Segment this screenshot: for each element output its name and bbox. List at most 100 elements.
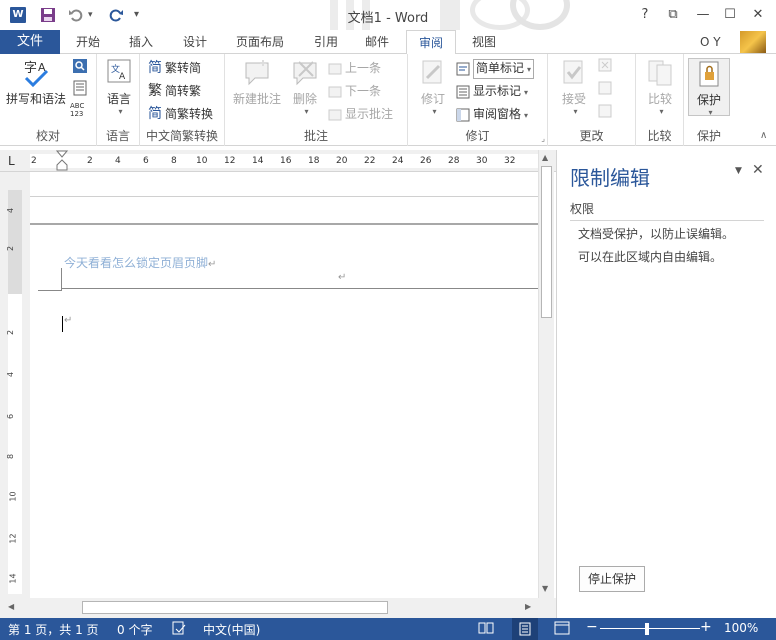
word-count-icon[interactable]: ABC 123: [70, 102, 90, 122]
indent-marker-icon[interactable]: [56, 150, 68, 172]
previous-change-icon[interactable]: [598, 81, 612, 101]
thesaurus-icon[interactable]: [72, 80, 88, 100]
simplified-to-traditional-button[interactable]: 繁简转繁: [148, 81, 201, 101]
svg-text:字: 字: [24, 61, 37, 76]
scroll-up-icon[interactable]: ▲: [542, 153, 548, 162]
header-text[interactable]: 今天看看怎么锁定页眉页脚↵: [64, 254, 216, 271]
accept-button[interactable]: 接受 ▾: [554, 58, 594, 116]
ruler-tick: 10: [8, 491, 18, 502]
word-count[interactable]: 0 个字: [117, 621, 152, 638]
reviewing-pane-button[interactable]: 审阅窗格 ▾: [456, 104, 528, 124]
help-button[interactable]: ?: [633, 5, 657, 25]
ruler-tick: 16: [280, 156, 292, 166]
user-name[interactable]: O Y: [700, 32, 721, 52]
ruler-tick: 14: [8, 573, 18, 584]
tab-references[interactable]: 引用: [306, 30, 346, 54]
ruler-tick: 20: [336, 156, 348, 166]
language-status[interactable]: 中文(中国): [203, 621, 260, 638]
tab-review[interactable]: 审阅: [406, 30, 456, 55]
proofing-status-icon[interactable]: [172, 621, 186, 638]
tab-insert[interactable]: 插入: [121, 30, 161, 54]
ruler-tick: 6: [6, 413, 16, 420]
display-for-review-select[interactable]: 简单标记 ▾: [456, 58, 535, 79]
scroll-right-icon[interactable]: ▶: [525, 602, 531, 611]
ruler-tick: 22: [364, 156, 376, 166]
read-mode-icon[interactable]: [478, 621, 494, 638]
markup-icon: [456, 62, 470, 75]
maximize-button[interactable]: ☐: [718, 5, 742, 25]
zoom-in-icon[interactable]: +: [700, 619, 712, 635]
language-label: 语言: [106, 92, 131, 106]
zoom-out-icon[interactable]: −: [586, 619, 598, 635]
chinese-conversion-icon: 简: [148, 106, 162, 122]
traditional-to-simplified-button[interactable]: 简繁转简: [148, 58, 201, 78]
chinese-conversion-button[interactable]: 简简繁转换: [148, 104, 213, 124]
protect-button[interactable]: 保护 ▾: [688, 58, 730, 117]
group-language: 文 A 语言 ▾ 语言: [97, 54, 140, 146]
horizontal-ruler[interactable]: L 2 2 4 6 8 10 12 14 16 18 20 22 24 26 2…: [0, 150, 556, 172]
group-label-compare: 比较: [647, 129, 672, 143]
vertical-scroll-thumb[interactable]: [541, 166, 552, 318]
reject-icon[interactable]: [598, 58, 612, 78]
tab-layout[interactable]: 页面布局: [230, 30, 290, 54]
delete-comment-button[interactable]: 删除 ▾: [287, 58, 323, 116]
new-comment-button[interactable]: 新建批注: [229, 58, 285, 107]
group-comments: 新建批注 删除 ▾ 上一条 下一条 显示批注 批注: [225, 54, 408, 146]
zoom-slider-thumb[interactable]: [645, 623, 649, 635]
ribbon-display-options-button[interactable]: ⧉: [661, 5, 685, 25]
previous-comment-icon: [328, 63, 342, 74]
spelling-grammar-button[interactable]: 字 A 拼写和语法: [4, 58, 68, 107]
group-compare: 比较 ▾ 比较: [636, 54, 684, 146]
track-changes-button[interactable]: 修订 ▾: [414, 58, 452, 116]
scroll-down-icon[interactable]: ▼: [542, 584, 548, 593]
header-bottom-border: [61, 288, 538, 289]
ruler-tick: 4: [6, 207, 16, 214]
print-layout-icon[interactable]: [512, 618, 538, 640]
pane-options-icon[interactable]: ▼: [735, 166, 742, 176]
scroll-left-icon[interactable]: ◀: [8, 602, 14, 611]
vertical-ruler[interactable]: 4 2 2 4 6 8 10 12 14: [0, 172, 30, 598]
close-button[interactable]: ✕: [746, 5, 770, 25]
simplified-to-traditional-icon: 繁: [148, 83, 162, 99]
zoom-level[interactable]: 100%: [724, 621, 758, 635]
collapse-ribbon-icon[interactable]: ∧: [760, 130, 767, 141]
compare-button[interactable]: 比较 ▾: [640, 58, 680, 116]
zoom-slider-track[interactable]: [600, 628, 700, 629]
next-change-icon[interactable]: [598, 104, 612, 124]
tab-mailings[interactable]: 邮件: [357, 30, 397, 54]
show-comments-button[interactable]: 显示批注: [328, 104, 393, 124]
tracking-options-icon[interactable]: ⌟: [541, 134, 545, 143]
vertical-scrollbar[interactable]: ▲ ▼: [538, 150, 554, 598]
simple-markup-value[interactable]: 简单标记 ▾: [473, 59, 535, 79]
document-page[interactable]: 今天看看怎么锁定页眉页脚↵ ↵ ↵: [30, 172, 538, 598]
tab-home[interactable]: 开始: [68, 30, 108, 54]
horizontal-scroll-thumb[interactable]: [82, 601, 388, 614]
previous-comment-button[interactable]: 上一条: [328, 58, 381, 78]
stop-protection-button[interactable]: 停止保护: [579, 566, 645, 592]
minimize-button[interactable]: —: [691, 5, 715, 25]
language-dropdown-icon: ▾: [118, 107, 123, 116]
tab-selector[interactable]: L: [8, 154, 15, 168]
pane-close-icon[interactable]: ✕: [752, 162, 764, 178]
traditional-to-simplified-label: 繁转简: [165, 61, 202, 75]
group-label-comments: 批注: [303, 129, 328, 143]
ruler-tick: 26: [420, 156, 432, 166]
horizontal-scrollbar[interactable]: ◀ ▶: [0, 598, 556, 618]
svg-text:A: A: [119, 72, 126, 82]
body-paragraph-mark[interactable]: ↵: [64, 315, 72, 326]
tab-view[interactable]: 视图: [464, 30, 504, 54]
tab-design[interactable]: 设计: [175, 30, 215, 54]
language-button[interactable]: 文 A 语言 ▾: [101, 58, 137, 116]
text-cursor: [62, 316, 63, 332]
web-layout-icon[interactable]: [554, 621, 570, 638]
tab-file[interactable]: 文件: [0, 30, 60, 54]
research-icon[interactable]: [72, 58, 88, 78]
reviewing-pane-icon: [456, 108, 470, 121]
ruler-tick: 4: [6, 371, 16, 378]
avatar[interactable]: [740, 31, 766, 53]
next-comment-button[interactable]: 下一条: [328, 81, 381, 101]
show-comments-label: 显示批注: [345, 107, 394, 121]
show-markup-button[interactable]: 显示标记 ▾: [456, 81, 528, 101]
page-count[interactable]: 第 1 页，共 1 页: [8, 621, 99, 638]
margin-corner-mark: [61, 268, 62, 290]
